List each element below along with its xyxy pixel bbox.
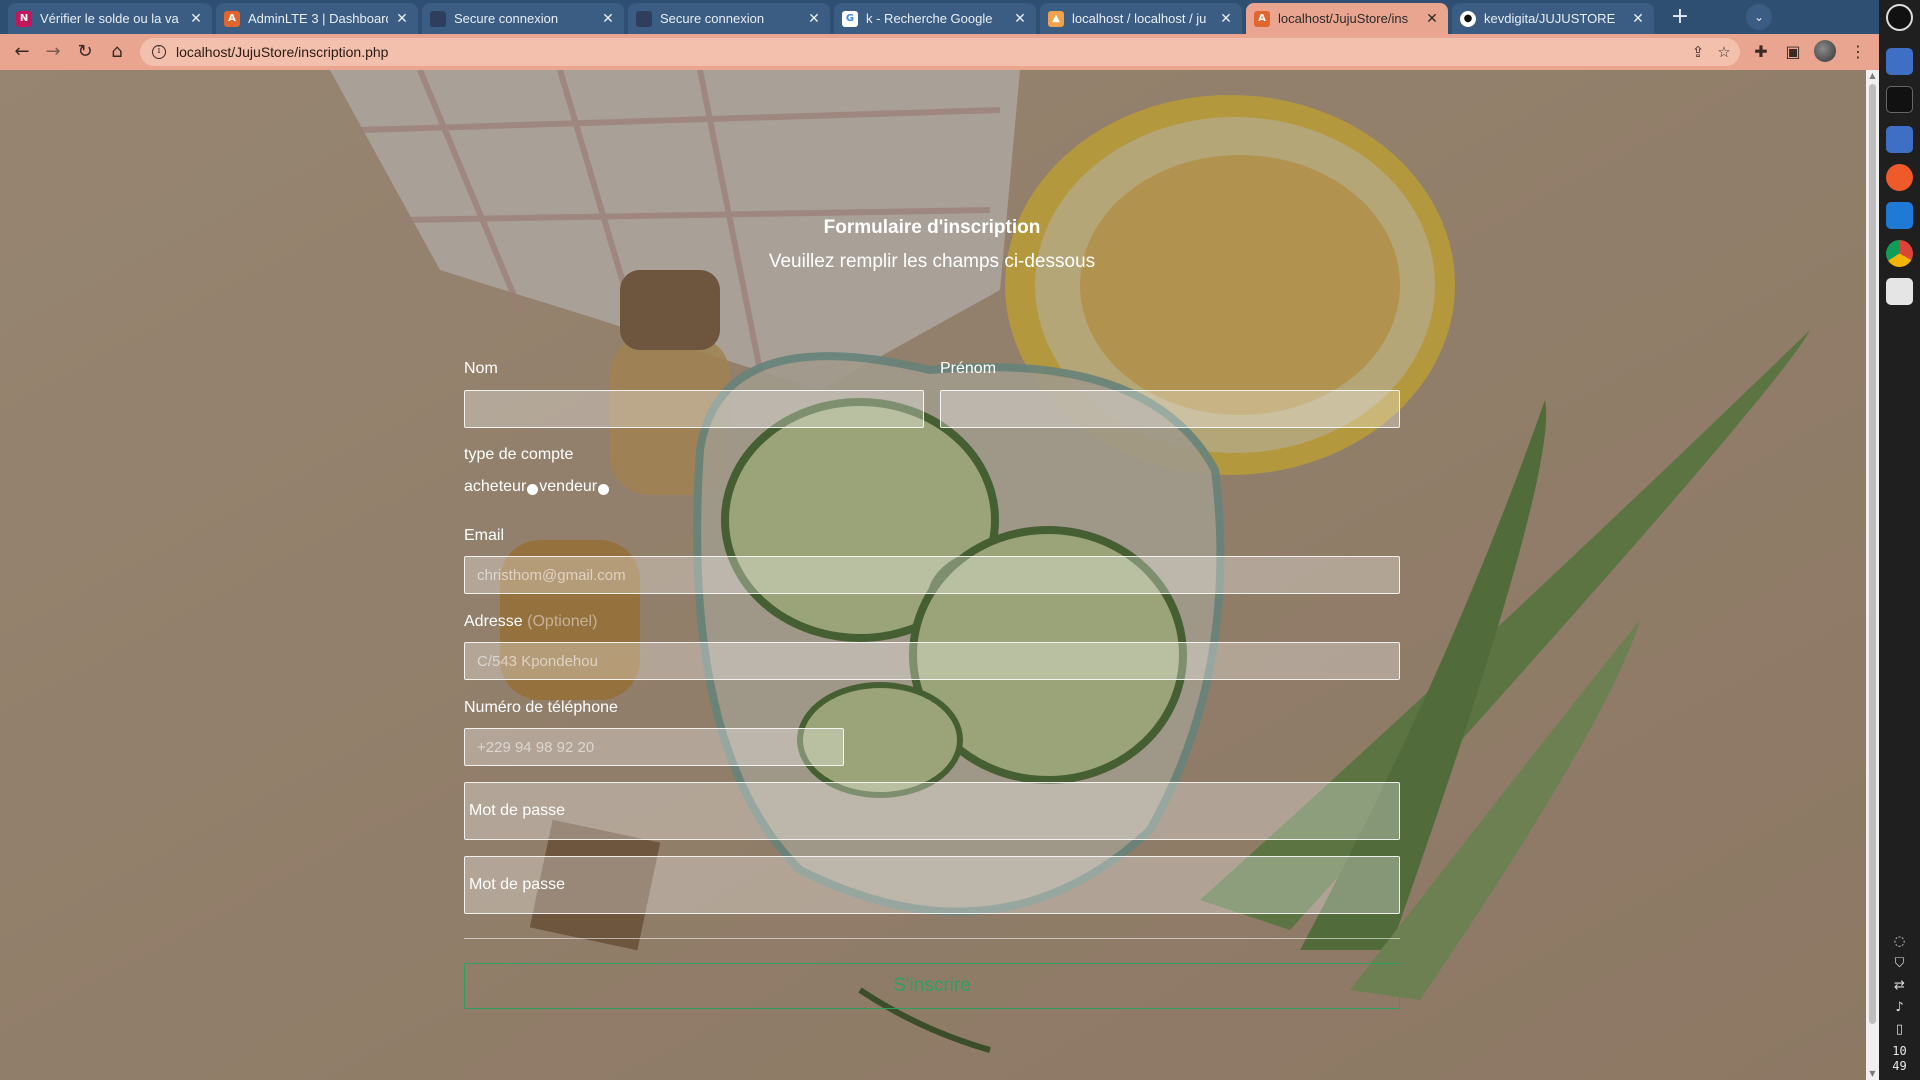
phone-input[interactable] xyxy=(464,728,844,766)
tab-2[interactable]: Secure connexion ✕ xyxy=(422,3,624,34)
email-input[interactable] xyxy=(464,556,1400,594)
phpmyadmin-icon: ▲ xyxy=(1048,10,1064,27)
github-icon: ● xyxy=(1460,10,1476,27)
nom-input[interactable] xyxy=(464,390,924,428)
adresse-optional-hint: (Optionel) xyxy=(527,613,598,630)
chrome-icon[interactable] xyxy=(1886,240,1913,267)
n-icon: N xyxy=(16,10,32,27)
close-icon[interactable]: ✕ xyxy=(1012,11,1028,27)
side-panel-icon[interactable]: ▣ xyxy=(1780,39,1806,65)
volume-icon[interactable]: ♪ xyxy=(1889,1000,1910,1016)
phone-label: Numéro de téléphone xyxy=(464,699,618,716)
scroll-up-arrow-icon[interactable]: ▲ xyxy=(1866,70,1879,82)
admin-icon: A xyxy=(224,10,240,27)
admin-icon: A xyxy=(1254,10,1270,27)
close-icon[interactable]: ✕ xyxy=(394,11,410,27)
close-icon[interactable]: ✕ xyxy=(1630,11,1646,27)
google-icon: G xyxy=(842,10,858,27)
desktop-dock: ◌ ⛉ ⇄ ♪ ▯ 10 49 xyxy=(1879,0,1920,1080)
scroll-thumb[interactable] xyxy=(1869,84,1876,1024)
close-icon[interactable]: ✕ xyxy=(806,11,822,27)
tab-4[interactable]: G k - Recherche Google ✕ xyxy=(834,3,1036,34)
prenom-input[interactable] xyxy=(940,390,1400,428)
radio-vendeur[interactable] xyxy=(598,483,610,495)
terminal-icon[interactable] xyxy=(1886,86,1913,113)
bookmark-star-icon[interactable]: ☆ xyxy=(1714,42,1734,62)
password-input[interactable] xyxy=(464,782,1400,840)
forward-icon[interactable]: → xyxy=(40,39,66,65)
tab-bar: N Vérifier le solde ou la va ✕ A AdminLT… xyxy=(0,0,1879,34)
tab-search-button[interactable]: ⌄ xyxy=(1746,4,1772,30)
form-title: Formulaire d'inscription xyxy=(823,217,1041,238)
radio-label-acheteur: acheteur xyxy=(464,478,527,495)
workspace-2-icon[interactable] xyxy=(1886,126,1913,153)
nom-label: Nom xyxy=(464,360,498,377)
settings-gear-icon[interactable] xyxy=(1886,278,1913,305)
shield-icon[interactable]: ⛉ xyxy=(1889,956,1910,972)
close-icon[interactable]: ✕ xyxy=(1218,11,1234,27)
adresse-input[interactable] xyxy=(464,642,1400,680)
browser-toolbar: ← → ↻ ⌂ i localhost/JujuStore/inscriptio… xyxy=(0,34,1879,70)
close-icon[interactable]: ✕ xyxy=(1424,11,1440,27)
email-label: Email xyxy=(464,527,505,544)
address-bar[interactable]: i localhost/JujuStore/inscription.php ⇪ … xyxy=(140,38,1740,66)
menu-kebab-icon[interactable]: ⋮ xyxy=(1845,39,1871,65)
scroll-down-arrow-icon[interactable]: ▼ xyxy=(1866,1068,1879,1080)
tab-0[interactable]: N Vérifier le solde ou la va ✕ xyxy=(8,3,212,34)
clock-minute: 49 xyxy=(1892,1059,1907,1073)
workspace-1-icon[interactable] xyxy=(1886,48,1913,75)
tab-3[interactable]: Secure connexion ✕ xyxy=(628,3,830,34)
url-text: localhost/JujuStore/inscription.php xyxy=(176,44,389,60)
page-scrollbar[interactable]: ▲ ▼ xyxy=(1866,70,1879,1080)
home-icon[interactable]: ⌂ xyxy=(104,39,130,65)
password-confirm-input[interactable] xyxy=(464,856,1400,914)
new-tab-button[interactable]: + xyxy=(1666,4,1694,30)
battery-icon[interactable]: ▯ xyxy=(1889,1022,1910,1038)
doc-icon xyxy=(430,10,446,27)
account-type-group: acheteur vendeur xyxy=(464,478,610,496)
tab-7[interactable]: ● kevdigita/JUJUSTORE ✕ xyxy=(1452,3,1654,34)
site-info-icon[interactable]: i xyxy=(152,45,166,59)
sync-icon[interactable]: ◌ xyxy=(1889,934,1910,950)
back-icon[interactable]: ← xyxy=(9,39,35,65)
share-icon[interactable]: ⇪ xyxy=(1688,42,1708,62)
form-subtitle: Veuillez remplir les champs ci-dessous xyxy=(768,251,1096,272)
reload-icon[interactable]: ↻ xyxy=(72,39,98,65)
profile-avatar[interactable] xyxy=(1814,40,1836,62)
tab-5[interactable]: ▲ localhost / localhost / ju ✕ xyxy=(1040,3,1242,34)
vscode-icon[interactable] xyxy=(1886,202,1913,229)
tab-1[interactable]: A AdminLTE 3 | Dashboard ✕ xyxy=(216,3,418,34)
clock-hour: 10 xyxy=(1892,1044,1907,1058)
network-icon[interactable]: ⇄ xyxy=(1889,978,1910,994)
tab-6-active[interactable]: A localhost/JujuStore/ins ✕ xyxy=(1246,3,1448,34)
prenom-label: Prénom xyxy=(940,360,997,377)
mint-menu-icon[interactable] xyxy=(1886,4,1913,31)
close-icon[interactable]: ✕ xyxy=(600,11,616,27)
close-icon[interactable]: ✕ xyxy=(188,11,204,27)
form-divider xyxy=(464,938,1400,939)
doc-icon xyxy=(636,10,652,27)
adresse-label: Adresse (Optionel) xyxy=(464,613,597,631)
radio-acheteur[interactable] xyxy=(527,483,539,495)
radio-label-vendeur: vendeur xyxy=(539,478,598,495)
page-viewport: Formulaire d'inscription Veuillez rempli… xyxy=(0,70,1866,1080)
system-clock[interactable]: 10 49 xyxy=(1879,1044,1920,1074)
extensions-icon[interactable]: ✚ xyxy=(1748,39,1774,65)
firefox-icon[interactable] xyxy=(1886,164,1913,191)
submit-button[interactable]: S'inscrire xyxy=(464,963,1400,1009)
account-type-label: type de compte xyxy=(464,446,574,463)
adresse-label-text: Adresse xyxy=(464,613,523,630)
